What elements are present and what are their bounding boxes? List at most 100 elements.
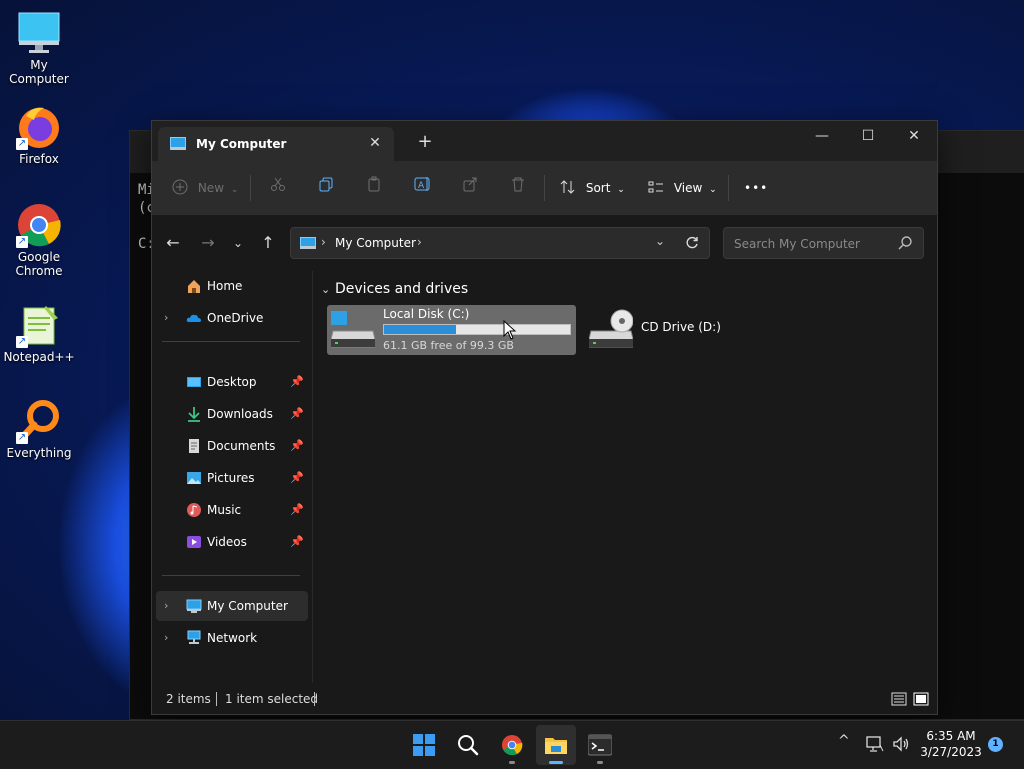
close-tab-button[interactable]: ✕	[366, 134, 384, 152]
notification-badge[interactable]: 1	[988, 737, 1003, 752]
breadcrumb-chevron-icon: ›	[321, 235, 326, 249]
sidebar-item-home[interactable]: Home	[156, 271, 308, 301]
clock[interactable]: 6:35 AM 3/27/2023	[918, 728, 984, 760]
desktop-icon-chrome[interactable]: ↗ Google Chrome	[0, 202, 78, 278]
sidebar-item-music[interactable]: Music 📌	[156, 495, 308, 525]
refresh-icon[interactable]	[685, 236, 699, 250]
notepadpp-icon: ↗	[16, 302, 62, 348]
address-bar[interactable]: › My Computer › ⌄	[290, 227, 710, 259]
sidebar-item-network[interactable]: › Network	[156, 623, 308, 653]
large-icons-view-icon[interactable]	[913, 691, 929, 707]
search-icon[interactable]	[897, 235, 913, 251]
maximize-button[interactable]: ☐	[845, 121, 891, 153]
sidebar-item-downloads[interactable]: Downloads 📌	[156, 399, 308, 429]
computer-icon	[300, 237, 316, 249]
desktop-icon-everything[interactable]: ↗ Everything	[0, 398, 78, 460]
address-bar-row: ← → ⌄ ↑ › My Computer › ⌄	[152, 215, 937, 271]
new-tab-button[interactable]: +	[414, 131, 436, 153]
rename-icon: A	[414, 177, 430, 191]
sidebar-item-label: Downloads	[207, 407, 273, 421]
sidebar-item-onedrive[interactable]: › OneDrive	[156, 303, 308, 333]
chevron-right-icon[interactable]: ›	[164, 303, 168, 333]
more-options-button[interactable]: •••	[744, 175, 768, 201]
status-bar: 2 items 1 item selected	[152, 684, 937, 714]
share-button[interactable]	[462, 175, 478, 201]
drive-usage-fill	[384, 325, 456, 334]
navigation-pane: Home › OneDrive Desktop 📌 Downloads 📌 Do…	[152, 271, 312, 683]
sidebar-item-label: Documents	[207, 439, 276, 453]
view-button-label: View	[673, 181, 703, 195]
view-button[interactable]: View ⌄	[648, 175, 717, 201]
taskbar-file-explorer-button[interactable]	[536, 725, 576, 765]
breadcrumb-my-computer[interactable]: My Computer	[335, 236, 416, 250]
sidebar-item-desktop[interactable]: Desktop 📌	[156, 367, 308, 397]
chevron-right-icon[interactable]: ›	[164, 623, 168, 653]
sidebar-item-pictures[interactable]: Pictures 📌	[156, 463, 308, 493]
pin-icon[interactable]: 📌	[290, 367, 304, 397]
new-button[interactable]: New ⌄	[172, 175, 238, 201]
up-button[interactable]: ↑	[256, 231, 280, 255]
sort-button[interactable]: Sort ⌄	[560, 175, 625, 201]
desktop-icon-my-computer[interactable]: My Computer	[0, 10, 78, 86]
drive-name: Local Disk (C:)	[383, 307, 470, 321]
chrome-icon: ↗	[16, 202, 62, 248]
desktop-icon-label: Everything	[6, 446, 72, 460]
details-view-icon[interactable]	[891, 691, 907, 707]
taskbar-chrome-button[interactable]	[492, 725, 532, 765]
titlebar[interactable]: My Computer ✕ + — ☐ ✕	[152, 121, 937, 161]
search-box[interactable]	[723, 227, 924, 259]
recent-locations-button[interactable]: ⌄	[226, 231, 250, 255]
toolbar-separator	[544, 175, 545, 201]
sidebar-item-label: Network	[207, 631, 258, 645]
back-button[interactable]: ←	[161, 231, 185, 255]
desktop-icon-notepadpp[interactable]: ↗ Notepad++	[0, 302, 78, 364]
tab-my-computer[interactable]: My Computer ✕	[158, 127, 394, 161]
sort-icon	[560, 180, 575, 194]
minimize-button[interactable]: —	[799, 121, 845, 153]
new-button-label: New	[197, 181, 225, 195]
sidebar-item-my-computer[interactable]: › My Computer	[156, 591, 308, 621]
shortcut-arrow-icon: ↗	[16, 138, 28, 150]
content-pane[interactable]: ⌄ Devices and drives Local Disk (C:) 61.1…	[313, 271, 937, 683]
chevron-right-icon[interactable]: ›	[164, 591, 168, 621]
everything-icon: ↗	[16, 398, 62, 444]
volume-icon[interactable]	[892, 735, 910, 753]
delete-button[interactable]	[510, 175, 526, 201]
address-dropdown-button[interactable]: ⌄	[655, 234, 665, 248]
sidebar-item-videos[interactable]: Videos 📌	[156, 527, 308, 557]
group-header-devices[interactable]: ⌄ Devices and drives	[321, 281, 468, 297]
taskbar-terminal-button[interactable]	[580, 725, 620, 765]
show-hidden-icons-button[interactable]: ^	[838, 733, 850, 749]
copy-button[interactable]	[318, 175, 334, 201]
pin-icon[interactable]: 📌	[290, 431, 304, 461]
clock-time: 6:35 AM	[926, 729, 976, 743]
taskbar-search-button[interactable]	[448, 725, 488, 765]
sidebar-item-documents[interactable]: Documents 📌	[156, 431, 308, 461]
pin-icon[interactable]: 📌	[290, 495, 304, 525]
desktop-icon-label: My Computer	[9, 58, 69, 86]
onedrive-icon	[186, 314, 201, 322]
pin-icon[interactable]: 📌	[290, 399, 304, 429]
desktop-icon-firefox[interactable]: ↗ Firefox	[0, 104, 78, 166]
rename-button[interactable]: A	[414, 175, 432, 201]
file-explorer-window[interactable]: My Computer ✕ + — ☐ ✕ New ⌄ A Sort ⌄ Vie…	[151, 120, 938, 715]
svg-text:A: A	[418, 181, 425, 191]
chevron-down-icon: ⌄	[230, 185, 239, 195]
drive-local-disk-c[interactable]: Local Disk (C:) 61.1 GB free of 99.3 GB	[327, 305, 576, 355]
pin-icon[interactable]: 📌	[290, 527, 304, 557]
toolbar-separator	[728, 175, 729, 201]
drive-free-space: 61.1 GB free of 99.3 GB	[383, 339, 514, 352]
drive-cd-d[interactable]: CD Drive (D:)	[585, 305, 755, 355]
home-icon	[188, 280, 200, 293]
desktop-icon-label: Firefox	[19, 152, 59, 166]
network-status-icon[interactable]	[866, 735, 884, 753]
videos-icon	[187, 536, 201, 548]
close-window-button[interactable]: ✕	[891, 121, 937, 153]
forward-button[interactable]: →	[196, 231, 220, 255]
pin-icon[interactable]: 📌	[290, 463, 304, 493]
start-button[interactable]	[404, 725, 444, 765]
breadcrumb-chevron-icon[interactable]: ›	[417, 235, 422, 249]
search-input[interactable]	[732, 234, 896, 254]
cut-button[interactable]	[270, 175, 286, 201]
paste-button[interactable]	[366, 175, 382, 201]
